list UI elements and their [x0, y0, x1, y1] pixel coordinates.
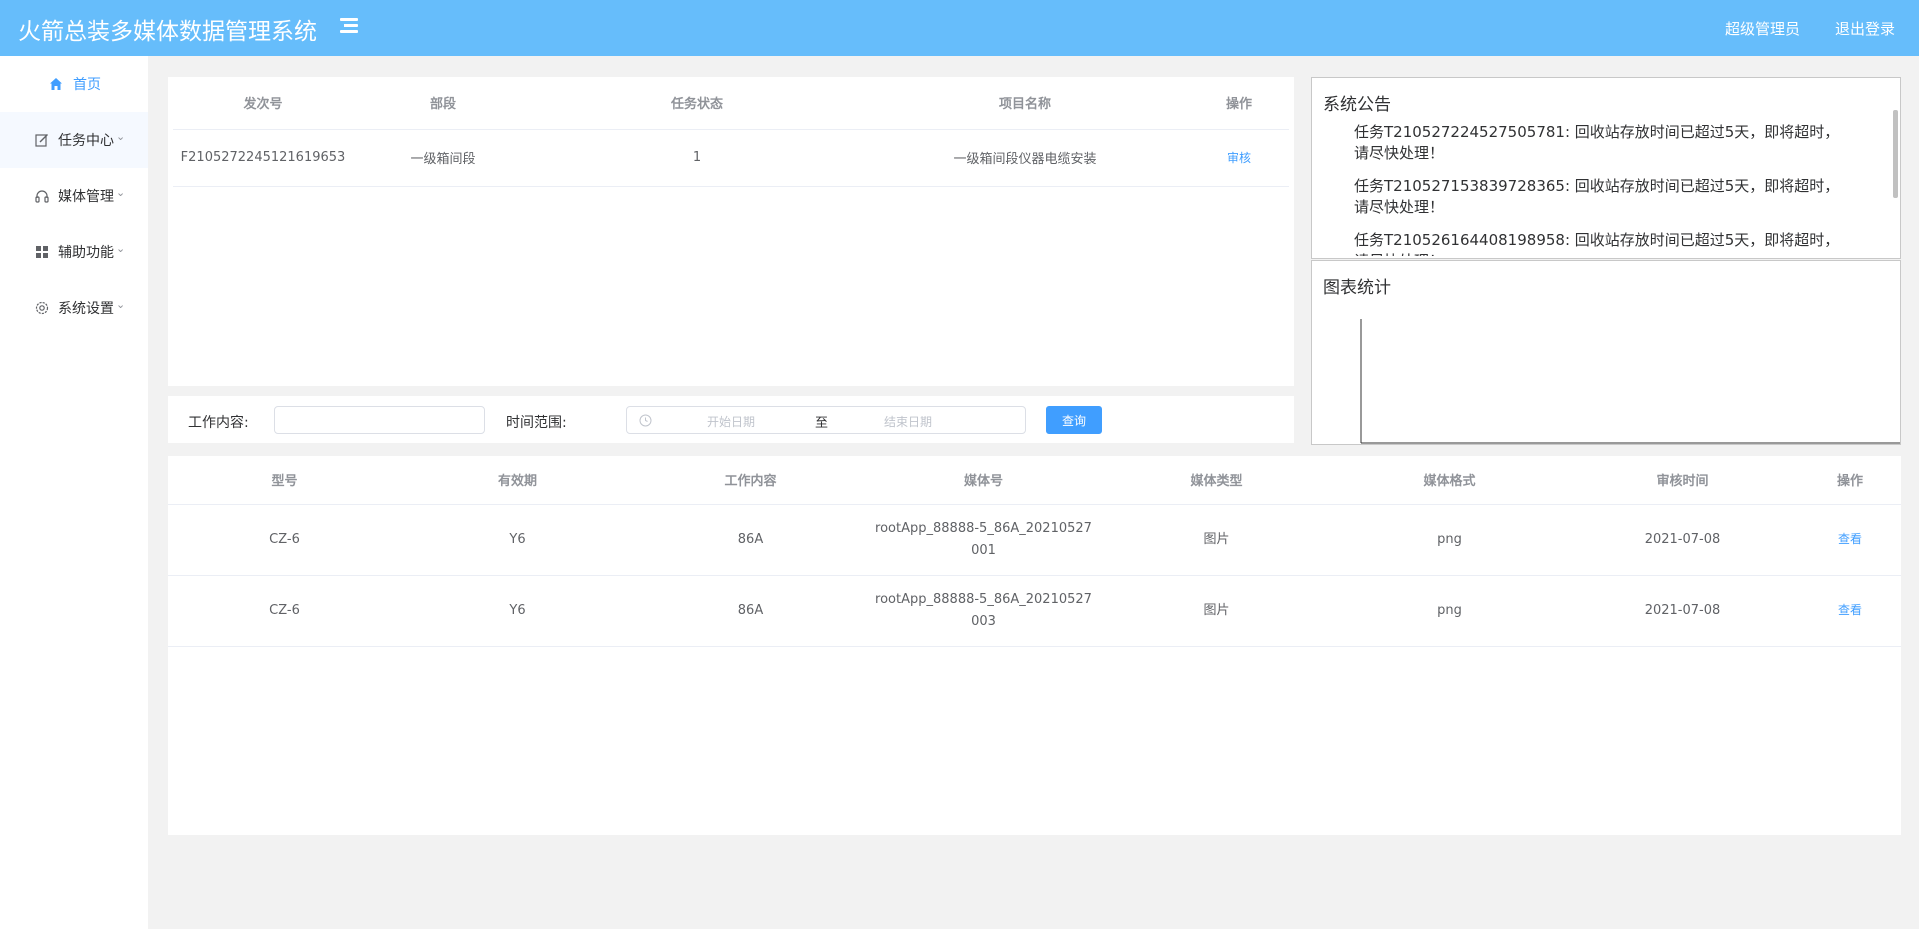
- media-no-line: rootApp_88888-5_86A_20210527: [875, 520, 1092, 536]
- time-range-label: 时间范围:: [506, 415, 567, 431]
- media-no-line: 003: [971, 613, 996, 629]
- cell-project: 一级箱间段仪器电缆安装: [861, 129, 1189, 187]
- media-no-line: rootApp_88888-5_86A_20210527: [875, 591, 1092, 607]
- cell-content: 86A: [634, 504, 867, 576]
- media-table-panel: 型号 有效期 工作内容 媒体号 媒体类型 媒体格式 审核时间 操作 CZ-6 Y…: [168, 456, 1901, 835]
- col-header-media-format: 媒体格式: [1333, 456, 1566, 505]
- table-row: CZ-6 Y6 86A rootApp_88888-5_86A_20210527…: [168, 504, 1901, 576]
- chevron-down-icon: ⌄: [116, 242, 126, 255]
- announcement-panel: 系统公告 任务T210527224527505781: 回收站存放时间已超过5天…: [1311, 77, 1901, 259]
- cell-section: 一级箱间段: [353, 129, 533, 187]
- cell-media-no: rootApp_88888-5_86A_20210527 001: [867, 504, 1100, 576]
- cell-media-format: png: [1333, 504, 1566, 576]
- home-icon: [50, 78, 62, 90]
- cell-action: 审核: [1189, 129, 1289, 187]
- chart-canvas: [1360, 319, 1900, 444]
- sidebar-item-label: 任务中心: [58, 133, 114, 149]
- sidebar-item-label: 系统设置: [58, 301, 114, 317]
- cell-batch: F2105272245121619653: [173, 129, 353, 187]
- table-row: CZ-6 Y6 86A rootApp_88888-5_86A_20210527…: [168, 575, 1901, 647]
- chevron-down-icon: ⌄: [116, 186, 126, 199]
- table-header-row: 型号 有效期 工作内容 媒体号 媒体类型 媒体格式 审核时间 操作: [168, 456, 1901, 505]
- sidebar-item-label: 首页: [73, 77, 101, 93]
- user-menu[interactable]: 超级管理员: [1725, 18, 1800, 39]
- announcement-title: 系统公告: [1323, 95, 1391, 115]
- sidebar-item-label: 媒体管理: [58, 189, 114, 205]
- cell-review-time: 2021-07-08: [1566, 504, 1799, 576]
- chart-panel: 图表统计: [1311, 260, 1901, 445]
- sidebar-item-label: 辅助功能: [58, 245, 114, 261]
- cell-content: 86A: [634, 575, 867, 647]
- media-no-line: 001: [971, 542, 996, 558]
- menu-toggle-icon[interactable]: [339, 17, 358, 35]
- search-bar: 工作内容: 时间范围: 开始日期 至 结束日期 查询: [168, 396, 1294, 443]
- cell-status: 1: [533, 129, 861, 187]
- sidebar-item-tools[interactable]: 辅助功能 ⌄: [0, 224, 148, 280]
- logout-link[interactable]: 退出登录: [1835, 18, 1895, 39]
- col-header-status: 任务状态: [533, 77, 861, 130]
- col-header-action: 操作: [1799, 456, 1901, 505]
- cell-model: CZ-6: [168, 575, 401, 647]
- col-header-model: 型号: [168, 456, 401, 505]
- cell-media-type: 图片: [1100, 575, 1333, 647]
- col-header-action: 操作: [1189, 77, 1289, 130]
- list-item: 任务T210526164408198958: 回收站存放时间已超过5天，即将超时…: [1354, 231, 1840, 256]
- cell-media-format: png: [1333, 575, 1566, 647]
- gear-icon: [35, 301, 49, 315]
- list-item: 任务T210527153839728365: 回收站存放时间已超过5天，即将超时…: [1354, 177, 1840, 216]
- content-input[interactable]: [274, 406, 485, 434]
- col-header-media-type: 媒体类型: [1100, 456, 1333, 505]
- cell-media-no: rootApp_88888-5_86A_20210527 003: [867, 575, 1100, 647]
- sidebar-item-tasks[interactable]: 任务中心 ⌄: [0, 112, 148, 168]
- task-table-panel: 发次号 部段 任务状态 项目名称 操作 F2105272245121619653…: [168, 77, 1294, 386]
- query-button[interactable]: 查询: [1046, 406, 1102, 434]
- list-item: 任务T210527224527505781: 回收站存放时间已超过5天，即将超时…: [1354, 123, 1840, 162]
- sidebar-item-settings[interactable]: 系统设置 ⌄: [0, 280, 148, 336]
- cell-review-time: 2021-07-08: [1566, 575, 1799, 647]
- task-table: 发次号 部段 任务状态 项目名称 操作 F2105272245121619653…: [173, 77, 1289, 187]
- cell-validity: Y6: [401, 504, 634, 576]
- media-table: 型号 有效期 工作内容 媒体号 媒体类型 媒体格式 审核时间 操作 CZ-6 Y…: [168, 456, 1901, 647]
- start-date-input[interactable]: 开始日期: [707, 413, 755, 430]
- app-title: 火箭总装多媒体数据管理系统: [18, 19, 317, 45]
- col-header-content: 工作内容: [634, 456, 867, 505]
- col-header-validity: 有效期: [401, 456, 634, 505]
- date-separator: 至: [815, 416, 829, 431]
- grid-icon: [36, 246, 48, 258]
- sidebar-item-home[interactable]: 首页: [0, 56, 148, 112]
- top-header: 火箭总装多媒体数据管理系统 超级管理员 退出登录: [0, 0, 1919, 56]
- cell-media-type: 图片: [1100, 504, 1333, 576]
- sidebar: 首页 任务中心 ⌄ 媒体管理 ⌄ 辅助功能 ⌄ 系统设置 ⌄: [0, 56, 148, 929]
- col-header-batch: 发次号: [173, 77, 353, 130]
- col-header-media-no: 媒体号: [867, 456, 1100, 505]
- table-row: F2105272245121619653 一级箱间段 1 一级箱间段仪器电缆安装…: [173, 129, 1289, 187]
- sidebar-item-media[interactable]: 媒体管理 ⌄: [0, 168, 148, 224]
- chevron-down-icon: ⌄: [116, 130, 126, 143]
- announcement-list[interactable]: 任务T210527224527505781: 回收站存放时间已超过5天，即将超时…: [1354, 122, 1874, 256]
- content-label: 工作内容:: [188, 415, 249, 431]
- date-range-picker[interactable]: 开始日期 至 结束日期: [626, 406, 1026, 434]
- cell-model: CZ-6: [168, 504, 401, 576]
- edit-icon: [35, 134, 48, 147]
- col-header-review-time: 审核时间: [1566, 456, 1799, 505]
- end-date-input[interactable]: 结束日期: [884, 413, 932, 430]
- table-header-row: 发次号 部段 任务状态 项目名称 操作: [173, 77, 1289, 130]
- clock-icon: [639, 414, 652, 427]
- cell-validity: Y6: [401, 575, 634, 647]
- chevron-down-icon: ⌄: [116, 298, 126, 311]
- cell-action: 查看: [1799, 504, 1901, 576]
- announcement-scrollbar[interactable]: [1893, 110, 1898, 198]
- headset-icon: [35, 190, 49, 203]
- col-header-project: 项目名称: [861, 77, 1189, 130]
- cell-action: 查看: [1799, 575, 1901, 647]
- col-header-section: 部段: [353, 77, 533, 130]
- view-link[interactable]: 查看: [1838, 603, 1862, 617]
- view-link[interactable]: 查看: [1838, 532, 1862, 546]
- review-link[interactable]: 审核: [1227, 151, 1251, 165]
